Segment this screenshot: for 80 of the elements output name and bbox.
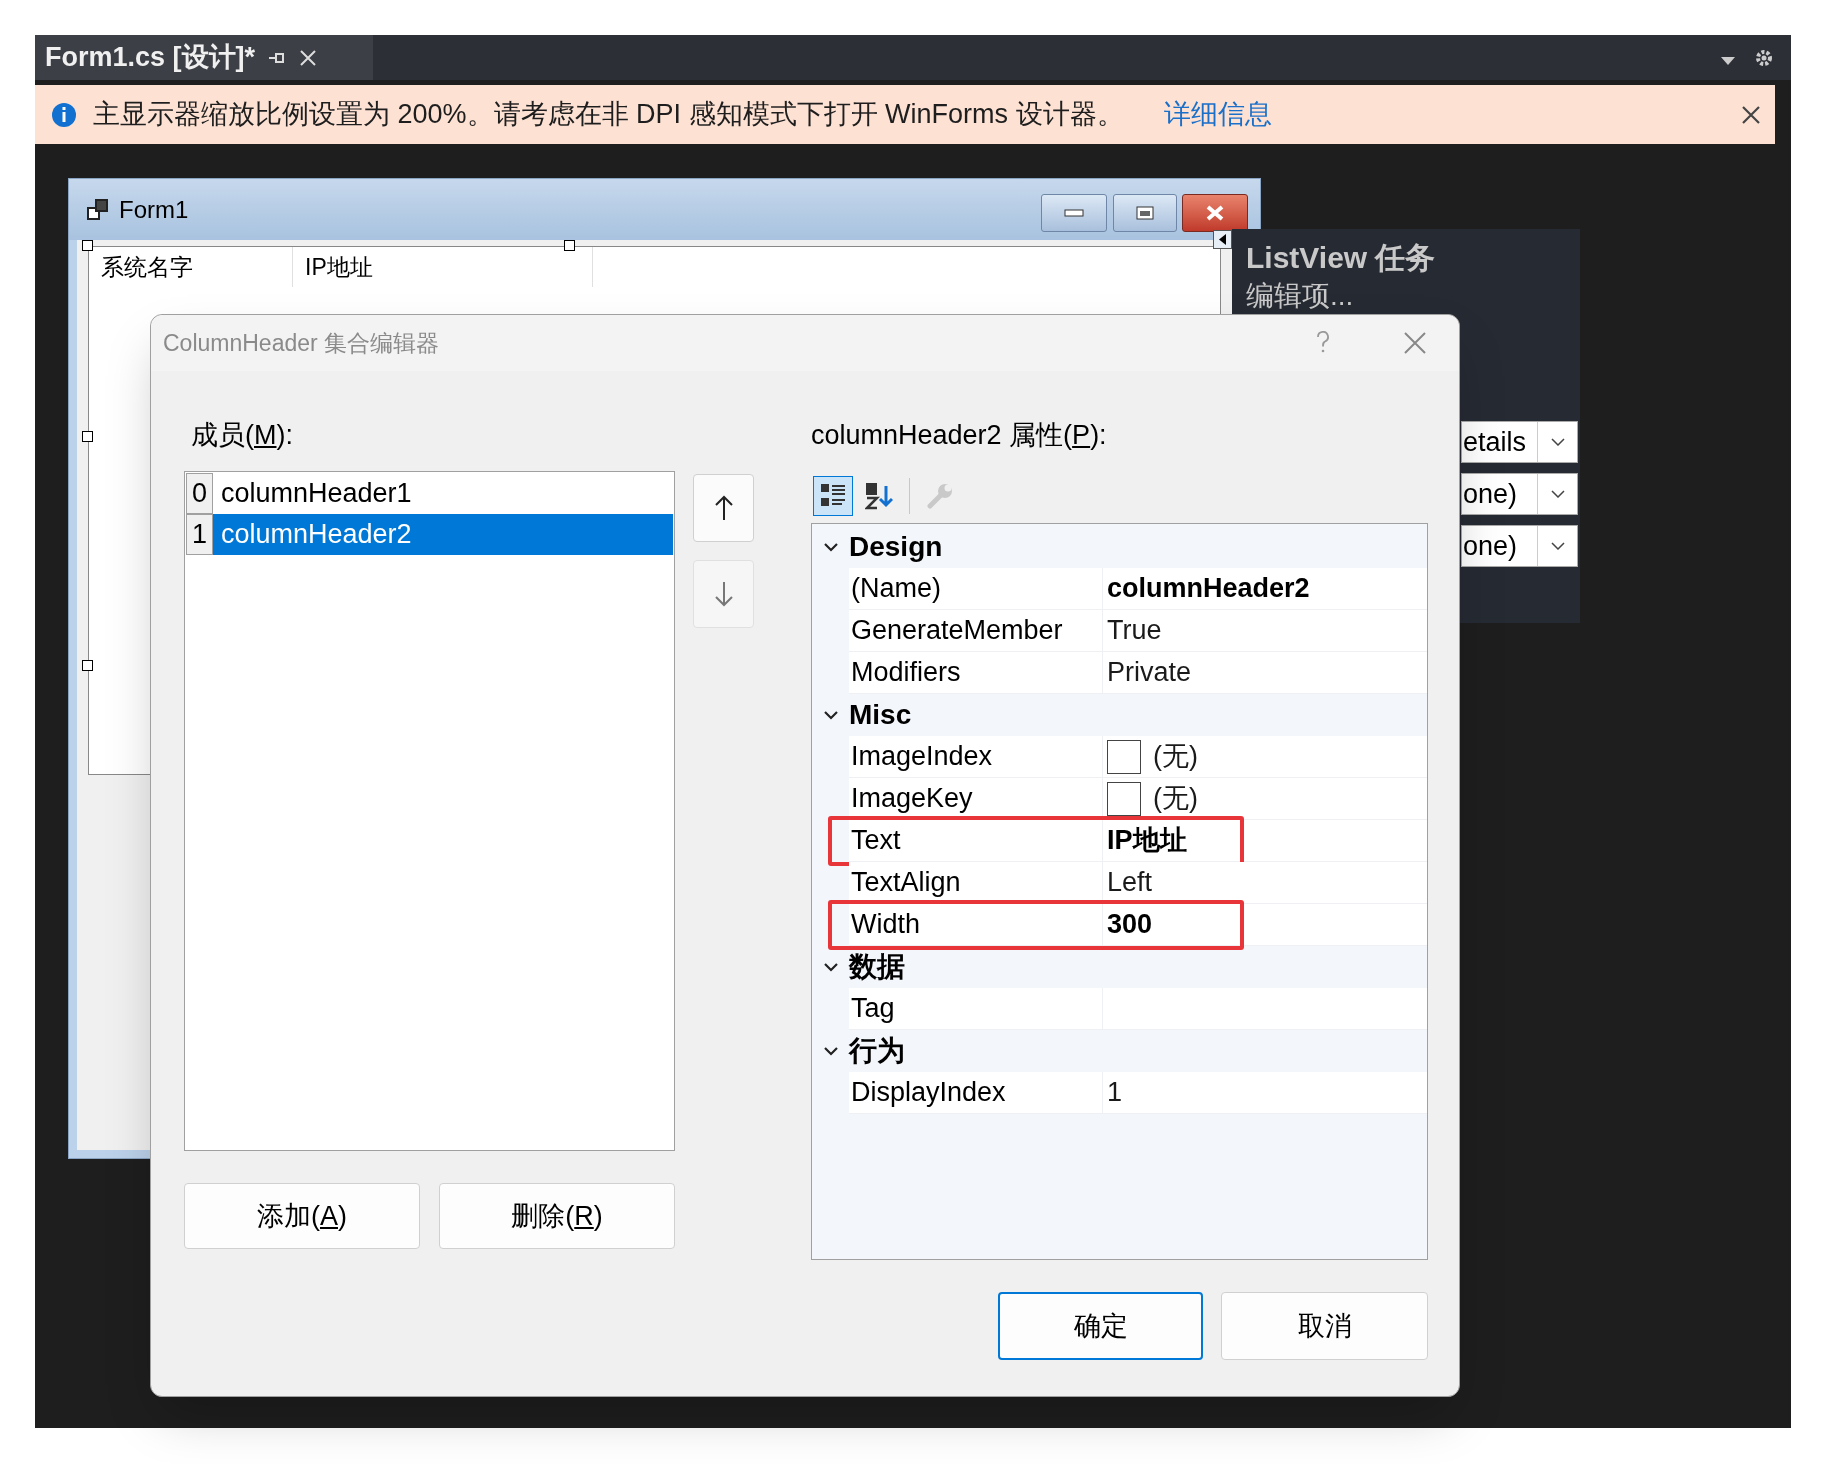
dropdown[interactable]: one) xyxy=(1461,525,1578,567)
chevron-down-icon xyxy=(1550,438,1565,446)
property-row[interactable]: GenerateMember True xyxy=(849,610,1427,652)
wrench-icon xyxy=(926,482,954,510)
property-value[interactable]: Left xyxy=(1107,862,1153,903)
dropdown[interactable]: one) xyxy=(1461,473,1578,515)
property-value[interactable]: columnHeader2 xyxy=(1107,568,1310,609)
property-value[interactable]: IP地址 xyxy=(1107,820,1187,861)
triangle-icon xyxy=(1218,234,1227,245)
category-label: Design xyxy=(849,530,943,564)
property-value[interactable]: 300 xyxy=(1107,904,1153,945)
ok-button[interactable]: 确定 xyxy=(998,1292,1203,1360)
dialog-title: ColumnHeader 集合编辑器 xyxy=(163,328,440,358)
resize-handle[interactable] xyxy=(82,431,93,442)
members-list[interactable]: 0 columnHeader1 1 columnHeader2 xyxy=(184,471,675,1151)
property-name: Tag xyxy=(851,992,895,1026)
property-row[interactable]: DisplayIndex 1 xyxy=(849,1072,1427,1114)
property-value[interactable]: (无) xyxy=(1153,778,1198,819)
maximize-button[interactable] xyxy=(1113,194,1177,232)
tab-title: Form1.cs [设计]* xyxy=(45,41,256,75)
property-row[interactable]: TextAlign Left xyxy=(849,862,1427,904)
property-name: TextAlign xyxy=(851,866,961,900)
property-name: Text xyxy=(851,824,901,858)
property-name: DisplayIndex xyxy=(851,1076,1006,1110)
settings-icon[interactable] xyxy=(1754,48,1774,68)
details-link[interactable]: 详细信息 xyxy=(1163,94,1272,135)
property-name: ImageIndex xyxy=(851,740,993,774)
remove-button[interactable]: 删除(R) xyxy=(439,1183,675,1249)
dropdown[interactable]: etails xyxy=(1461,421,1578,463)
cancel-button[interactable]: 取消 xyxy=(1221,1292,1428,1360)
category-label: Misc xyxy=(849,698,912,732)
dropdown-icon[interactable] xyxy=(1720,56,1736,66)
property-row[interactable]: Width 300 xyxy=(849,904,1427,946)
close-button[interactable] xyxy=(1182,194,1248,232)
chevron-down-icon xyxy=(1550,490,1565,498)
chevron-down-icon xyxy=(1550,542,1565,550)
tasks-title: ListView 任务 xyxy=(1246,240,1436,276)
property-row[interactable]: Tag xyxy=(849,988,1427,1030)
resize-handle[interactable] xyxy=(82,240,93,251)
move-down-button[interactable] xyxy=(693,560,754,628)
close-icon[interactable] xyxy=(1741,105,1761,125)
smart-tag-button[interactable] xyxy=(1213,230,1232,249)
property-value[interactable]: (无) xyxy=(1153,736,1198,777)
property-name: ImageKey xyxy=(851,782,973,816)
maximize-icon xyxy=(1136,206,1154,220)
property-row[interactable]: Modifiers Private xyxy=(849,652,1427,694)
property-row[interactable]: Text IP地址 xyxy=(849,820,1427,862)
members-label: 成员(M): xyxy=(190,418,294,452)
minimize-button[interactable] xyxy=(1041,194,1107,232)
arrow-up-icon xyxy=(713,495,734,521)
toolbar-button[interactable] xyxy=(813,476,853,516)
arrow-down-icon xyxy=(713,581,734,607)
property-row[interactable]: ImageIndex (无) xyxy=(849,736,1427,778)
add-button[interactable]: 添加(A) xyxy=(184,1183,420,1249)
property-row[interactable]: (Name) columnHeader2 xyxy=(849,568,1427,610)
properties-label: columnHeader2 属性(P): xyxy=(811,418,1108,452)
category-label: 行为 xyxy=(849,1034,905,1068)
property-name: Modifiers xyxy=(851,656,961,690)
property-value[interactable]: True xyxy=(1107,610,1162,651)
category-label: 数据 xyxy=(849,950,905,984)
close-icon xyxy=(1205,205,1225,221)
resize-handle[interactable] xyxy=(82,660,93,671)
property-value[interactable]: Private xyxy=(1107,652,1192,693)
form-icon xyxy=(87,198,109,221)
sort-icon xyxy=(865,482,893,510)
resize-handle[interactable] xyxy=(564,240,575,251)
form-title: Form1 xyxy=(119,194,189,225)
move-up-button[interactable] xyxy=(693,474,754,542)
property-name: (Name) xyxy=(851,572,941,606)
property-name: GenerateMember xyxy=(851,614,1063,648)
edit-items-link[interactable]: 编辑项... xyxy=(1246,280,1354,312)
info-message: 主显示器缩放比例设置为 200%。请考虑在非 DPI 感知模式下打开 WinForms 设计器。 xyxy=(93,98,1124,132)
info-icon xyxy=(51,101,77,128)
document-tab[interactable]: Form1.cs [设计]* xyxy=(35,35,373,80)
property-name: Width xyxy=(851,908,921,942)
minimize-icon xyxy=(1064,209,1084,217)
property-value[interactable]: 1 xyxy=(1107,1072,1123,1113)
member-item[interactable]: 1 columnHeader2 xyxy=(186,514,673,555)
property-row[interactable]: ImageKey (无) xyxy=(849,778,1427,820)
help-icon[interactable] xyxy=(1316,331,1330,355)
